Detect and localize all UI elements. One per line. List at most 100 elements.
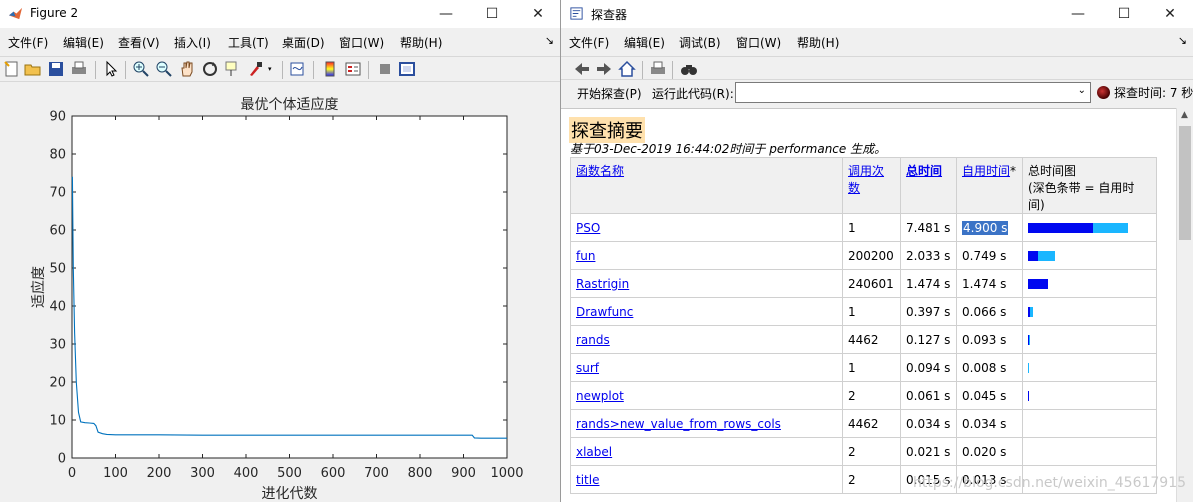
back-icon[interactable] — [573, 60, 591, 78]
profiler-minimize-button[interactable]: — — [1055, 0, 1101, 28]
chevron-down-icon[interactable]: ⌄ — [1078, 85, 1086, 96]
menu-view[interactable]: 查看(V) — [118, 34, 160, 51]
zoom-in-icon[interactable] — [132, 60, 150, 78]
time-plot-cell — [1022, 241, 1157, 270]
profiler-dock-icon[interactable]: ↘ — [1178, 34, 1187, 47]
open-file-icon[interactable] — [24, 60, 42, 78]
calls-cell: 1 — [842, 213, 901, 242]
function-link[interactable]: rands>new_value_from_rows_cols — [576, 417, 781, 431]
menu-help[interactable]: 帮助(H) — [400, 34, 442, 51]
profiler-close-button[interactable]: ✕ — [1147, 0, 1193, 28]
profiler-menu-file[interactable]: 文件(F) — [569, 34, 609, 51]
self-time-bar — [1028, 334, 1029, 345]
total-time-bar — [1028, 362, 1029, 373]
sort-by-calls-link[interactable]: 调用次数 — [848, 164, 884, 195]
profiler-maximize-button[interactable]: ☐ — [1101, 0, 1147, 28]
table-row: Drawfunc 1 0.397 s 0.066 s — [570, 297, 1157, 326]
sort-by-total-link[interactable]: 总时间 — [906, 164, 942, 178]
menu-desktop[interactable]: 桌面(D) — [282, 34, 325, 51]
profiler-titlebar[interactable]: 探查器 — ☐ ✕ — [561, 0, 1193, 28]
link-plot-icon[interactable] — [289, 60, 307, 78]
maximize-button[interactable]: ☐ — [469, 0, 515, 28]
profiler-menubar: 文件(F) 编辑(E) 调试(B) 窗口(W) 帮助(H) ↘ — [561, 30, 1193, 52]
home-icon[interactable] — [618, 60, 636, 78]
calls-cell: 240601 — [842, 269, 901, 298]
find-icon[interactable] — [680, 60, 698, 78]
table-row: surf 1 0.094 s 0.008 s — [570, 353, 1157, 382]
function-link[interactable]: newplot — [576, 389, 624, 403]
menu-file[interactable]: 文件(F) — [8, 34, 48, 51]
function-link[interactable]: xlabel — [576, 445, 612, 459]
start-profiling-button[interactable]: 开始探查(P) — [577, 85, 642, 102]
menu-tools[interactable]: 工具(T) — [228, 34, 269, 51]
minimize-button[interactable]: — — [423, 0, 469, 28]
scrollbar-thumb[interactable] — [1179, 126, 1191, 240]
profile-table: 函数名称 调用次数 总时间 自用时间* 总时间图 (深色条带 = 自用时间) PS… — [570, 157, 1157, 494]
calls-cell: 4462 — [842, 409, 901, 438]
time-plot-cell — [1022, 381, 1157, 410]
time-bar — [1028, 334, 1151, 345]
self-time-bar — [1028, 306, 1030, 317]
col-total-time[interactable]: 总时间 — [900, 157, 957, 214]
close-button[interactable]: ✕ — [515, 0, 560, 28]
zoom-out-icon[interactable] — [155, 60, 173, 78]
profiler-menu-edit[interactable]: 编辑(E) — [624, 34, 665, 51]
profiler-menu-help[interactable]: 帮助(H) — [797, 34, 839, 51]
time-plot-cell — [1022, 297, 1157, 326]
col-calls[interactable]: 调用次数 — [842, 157, 901, 214]
sort-by-name-link[interactable]: 函数名称 — [576, 164, 624, 178]
profiler-menu-debug[interactable]: 调试(B) — [679, 34, 721, 51]
show-tools-icon[interactable] — [398, 60, 416, 78]
forward-icon[interactable] — [595, 60, 613, 78]
fitness-line-chart[interactable]: 0 100 200 300 400 500 600 700 800 900 1000 0 10 20 30 4… — [0, 85, 560, 502]
figure-titlebar[interactable]: Figure 2 — ☐ ✕ — [0, 0, 560, 28]
scroll-up-icon[interactable]: ▲ — [1181, 110, 1188, 120]
menu-window[interactable]: 窗口(W) — [339, 34, 384, 51]
profiler-print-icon[interactable] — [649, 60, 667, 78]
brush-icon[interactable] — [247, 60, 265, 78]
print-icon[interactable] — [70, 60, 88, 78]
colorbar-icon[interactable] — [321, 60, 339, 78]
menu-insert[interactable]: 插入(I) — [174, 34, 211, 51]
time-bar — [1028, 306, 1151, 317]
function-link[interactable]: Rastrigin — [576, 277, 629, 291]
sort-by-self-link[interactable]: 自用时间 — [962, 164, 1010, 178]
function-link[interactable]: fun — [576, 249, 595, 263]
y-tick-label: 50 — [49, 262, 66, 277]
profiler-menu-window[interactable]: 窗口(W) — [736, 34, 781, 51]
run-code-input[interactable]: ⌄ — [735, 82, 1091, 103]
x-tick-label: 800 — [408, 466, 433, 481]
rotate-3d-icon[interactable] — [201, 60, 219, 78]
plot-canvas: 0 100 200 300 400 500 600 700 800 900 1000 0 10 20 30 4… — [0, 85, 560, 502]
function-link[interactable]: surf — [576, 361, 599, 375]
axes-box — [71, 115, 508, 459]
save-icon[interactable] — [47, 60, 65, 78]
pan-icon[interactable] — [178, 60, 196, 78]
hide-tools-icon[interactable] — [376, 60, 394, 78]
data-cursor-icon[interactable] — [224, 60, 242, 78]
vertical-scrollbar[interactable]: ▲ — [1176, 108, 1193, 502]
profile-time-text: 探查时间: 7 秒 — [1114, 86, 1193, 100]
calls-cell: 1 — [842, 353, 901, 382]
col-total-time-plot: 总时间图 (深色条带 = 自用时间) — [1022, 157, 1157, 214]
pointer-icon[interactable] — [102, 60, 120, 78]
menu-edit[interactable]: 编辑(E) — [63, 34, 104, 51]
time-plot-cell — [1022, 269, 1157, 298]
time-bar — [1028, 447, 1151, 457]
col-function-name[interactable]: 函数名称 — [570, 157, 843, 214]
brush-dropdown-icon[interactable]: ▾ — [268, 65, 272, 73]
function-link[interactable]: rands — [576, 333, 610, 347]
y-tick-label: 80 — [49, 148, 66, 163]
total-time-cell: 0.127 s — [900, 325, 957, 354]
function-link[interactable]: title — [576, 473, 599, 487]
self-time-cell: 0.008 s — [956, 353, 1023, 382]
x-tick-label: 100 — [103, 466, 128, 481]
legend-icon[interactable] — [344, 60, 362, 78]
function-link[interactable]: Drawfunc — [576, 305, 633, 319]
self-time-cell: 4.900 s — [956, 213, 1023, 242]
dock-icon[interactable]: ↘ — [545, 34, 554, 47]
function-link[interactable]: PSO — [576, 221, 600, 235]
col-self-time[interactable]: 自用时间* — [956, 157, 1023, 214]
new-figure-icon[interactable] — [3, 60, 21, 78]
self-time-cell: 0.066 s — [956, 297, 1023, 326]
